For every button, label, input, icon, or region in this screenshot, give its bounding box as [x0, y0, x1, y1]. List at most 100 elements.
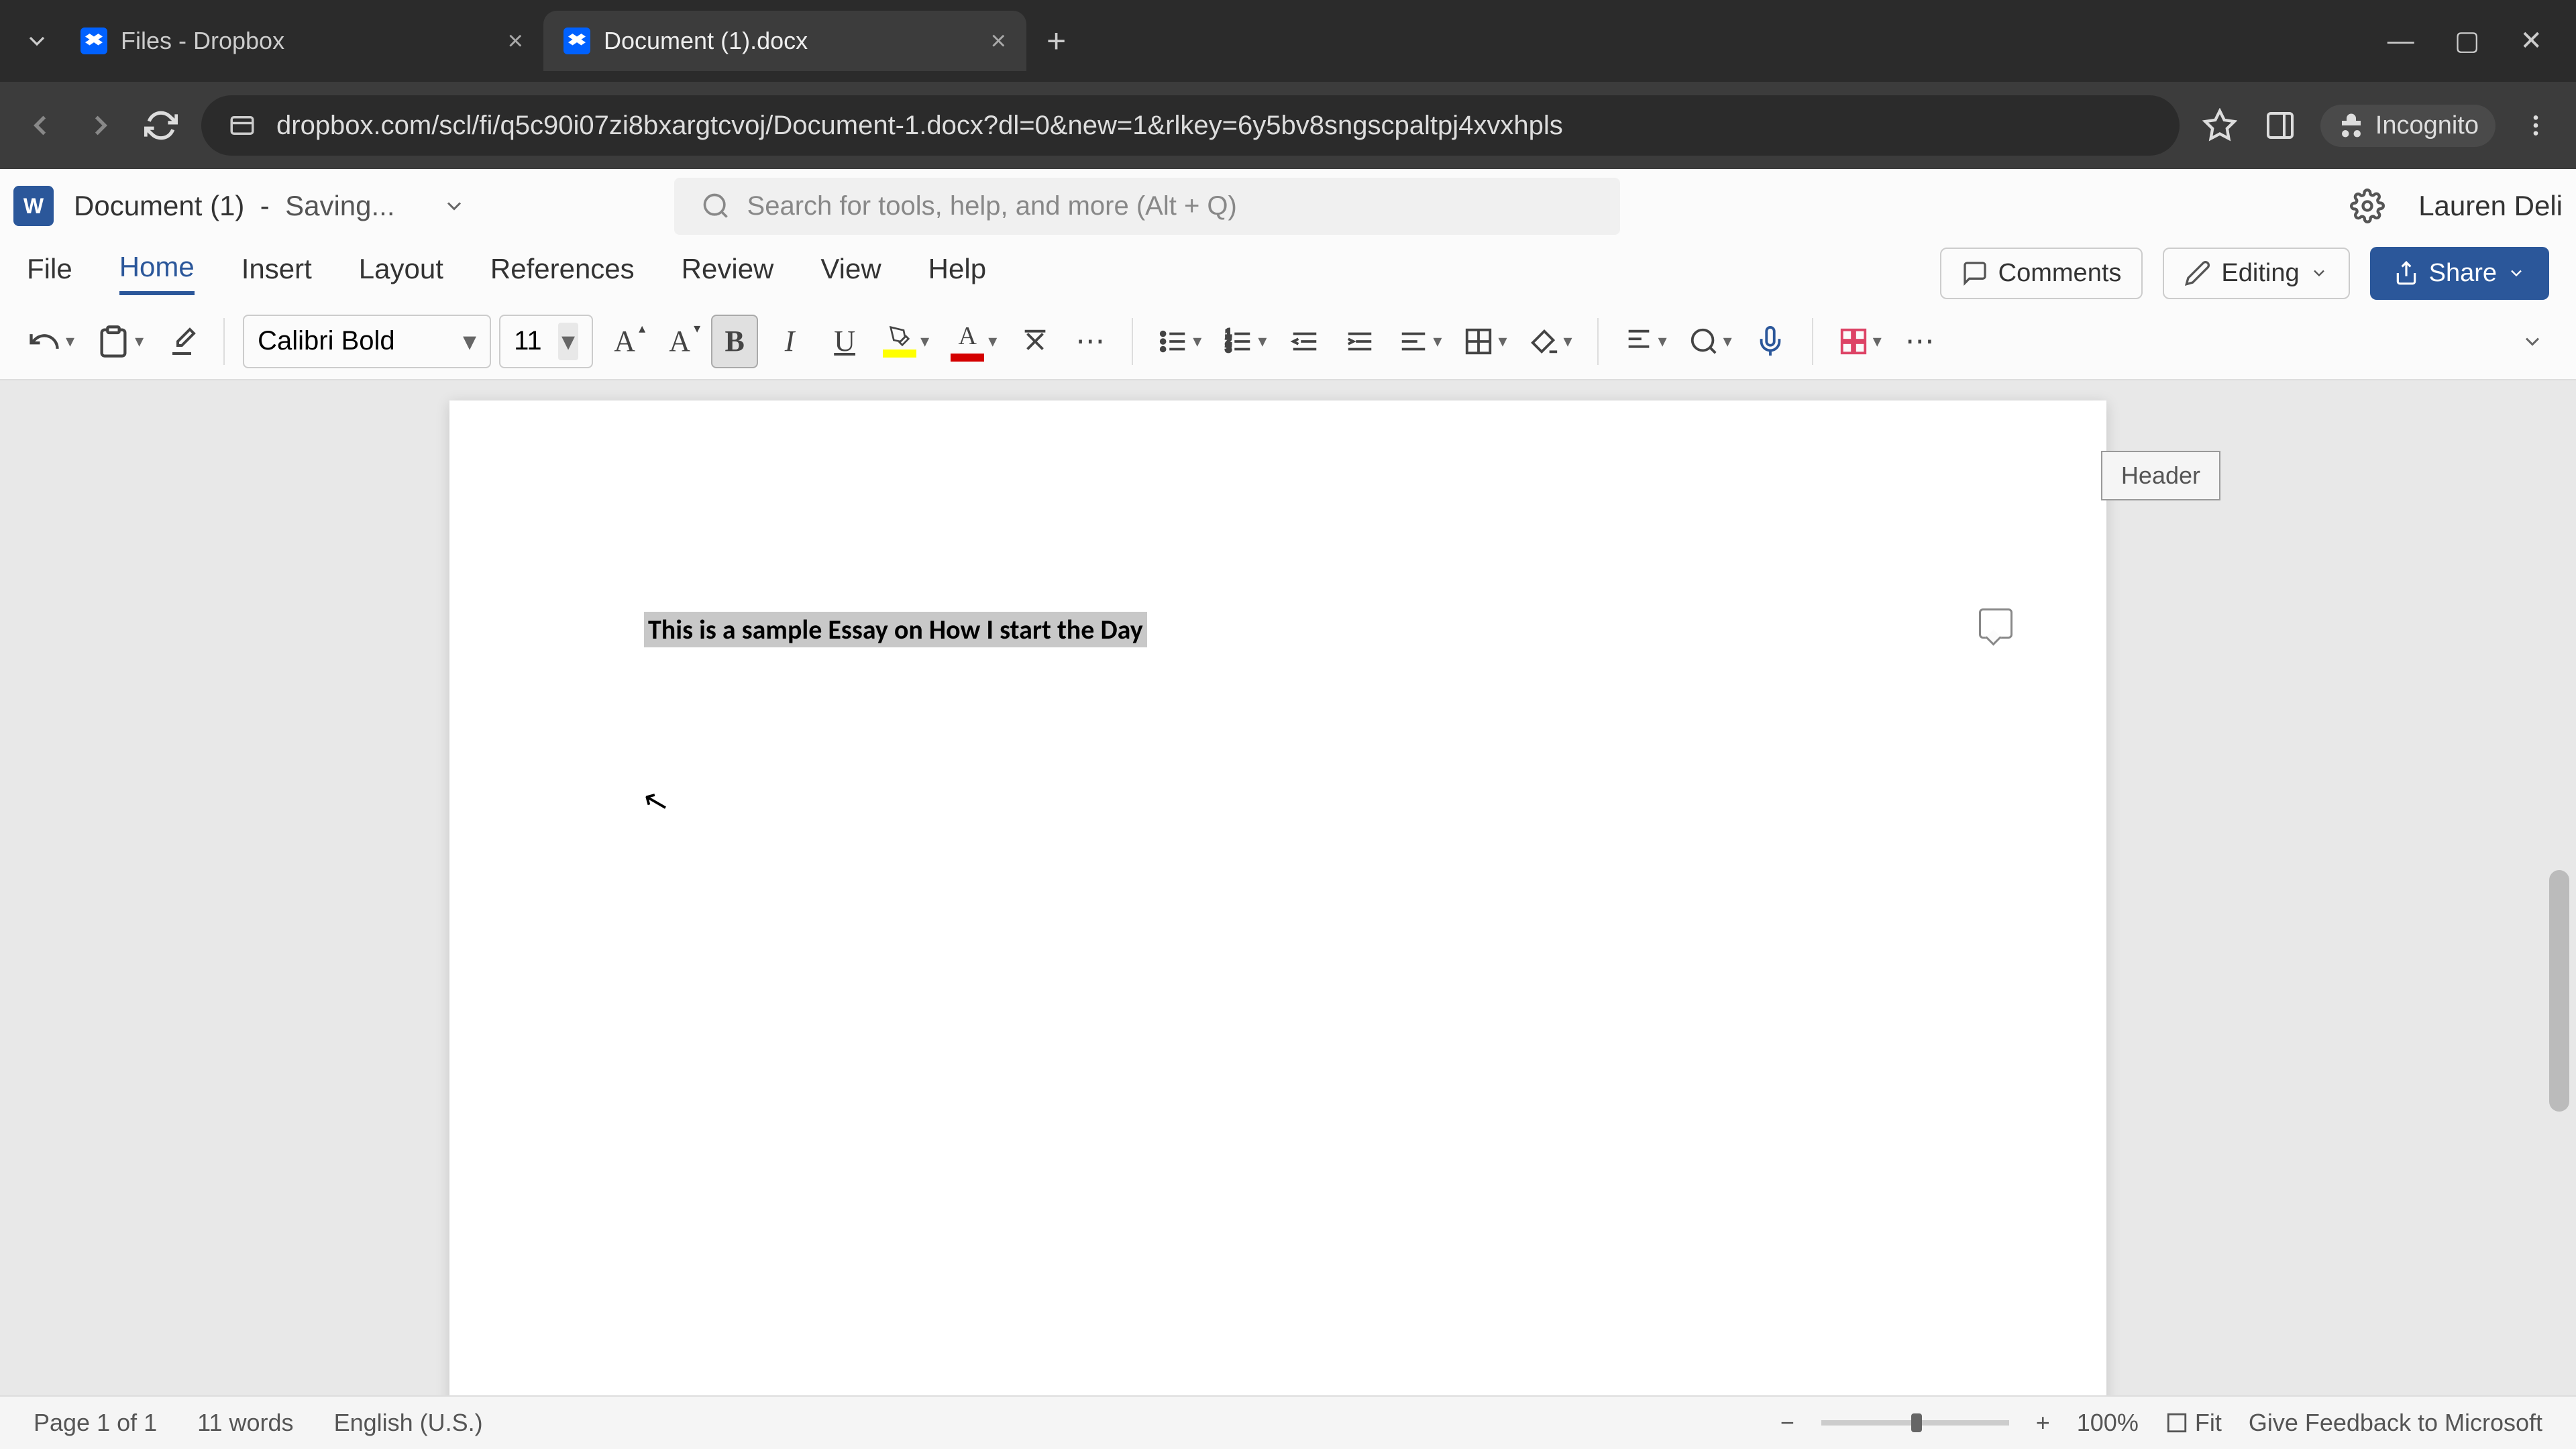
back-button[interactable] — [20, 105, 60, 146]
font-family-select[interactable]: Calibri Bold ▾ — [243, 315, 491, 368]
share-button[interactable]: Share — [2370, 247, 2549, 300]
document-body-text[interactable]: This is a sample Essay on How I start th… — [644, 612, 1147, 647]
feedback-link[interactable]: Give Feedback to Microsoft — [2249, 1409, 2542, 1437]
maximize-button[interactable]: ▢ — [2455, 25, 2480, 56]
tab-search-button[interactable] — [13, 17, 60, 64]
font-size-select[interactable]: 11 ▾ — [499, 315, 593, 368]
decrease-indent-button[interactable] — [1281, 315, 1328, 368]
separator — [1132, 318, 1133, 365]
window-controls: — ▢ ✕ — [2354, 0, 2576, 82]
italic-button[interactable]: I — [766, 315, 813, 368]
find-button[interactable]: ▾ — [1682, 315, 1739, 368]
separator — [1597, 318, 1599, 365]
tab-file[interactable]: File — [27, 253, 72, 293]
close-icon[interactable]: × — [508, 26, 523, 56]
page[interactable]: This is a sample Essay on How I start th… — [449, 400, 2106, 1395]
language-status[interactable]: English (U.S.) — [334, 1409, 483, 1437]
increase-font-size-button[interactable]: A▴ — [601, 315, 648, 368]
formatting-toolbar: ▾ ▾ Calibri Bold ▾ 11 ▾ A▴ A▾ B I U ▾ A … — [0, 303, 2576, 380]
more-commands-button[interactable]: ⋯ — [1896, 315, 1943, 368]
tab-help[interactable]: Help — [928, 253, 986, 293]
search-input[interactable]: Search for tools, help, and more (Alt + … — [674, 178, 1620, 235]
tab-review[interactable]: Review — [682, 253, 774, 293]
browser-tab-2[interactable]: Document (1).docx × — [543, 11, 1026, 71]
zoom-in-button[interactable]: + — [2036, 1409, 2050, 1437]
new-tab-button[interactable]: + — [1046, 21, 1066, 60]
dropbox-icon — [564, 28, 590, 54]
tab-home[interactable]: Home — [119, 251, 195, 295]
clear-formatting-button[interactable] — [1012, 315, 1059, 368]
fit-button[interactable]: Fit — [2165, 1409, 2222, 1437]
separator — [1812, 318, 1813, 365]
url-input[interactable]: dropbox.com/scl/fi/q5c90i07zi8bxargtcvoj… — [201, 95, 2180, 156]
forward-button[interactable] — [80, 105, 121, 146]
bullets-button[interactable]: ▾ — [1151, 315, 1208, 368]
svg-text:3: 3 — [1226, 343, 1232, 354]
status-bar: Page 1 of 1 11 words English (U.S.) − + … — [0, 1395, 2576, 1449]
close-window-button[interactable]: ✕ — [2520, 25, 2542, 56]
bold-button[interactable]: B — [711, 315, 758, 368]
site-info-icon[interactable] — [228, 111, 256, 140]
tab-view[interactable]: View — [820, 253, 881, 293]
numbering-button[interactable]: 123 ▾ — [1216, 315, 1273, 368]
browser-tab-strip: Files - Dropbox × Document (1).docx × + … — [0, 0, 2576, 82]
incognito-indicator[interactable]: Incognito — [2320, 105, 2496, 147]
separator — [223, 318, 225, 365]
tab-strip: Files - Dropbox × Document (1).docx × + — [0, 0, 2354, 82]
document-canvas[interactable]: This is a sample Essay on How I start th… — [0, 380, 2576, 1395]
zoom-slider[interactable] — [1821, 1420, 2009, 1426]
underline-button[interactable]: U — [821, 315, 868, 368]
format-painter-button[interactable] — [158, 315, 205, 368]
url-text: dropbox.com/scl/fi/q5c90i07zi8bxargtcvoj… — [276, 111, 1563, 141]
tab-title: Files - Dropbox — [121, 27, 284, 55]
header-label-badge[interactable]: Header — [2101, 451, 2220, 500]
settings-button[interactable] — [2350, 189, 2385, 223]
tab-layout[interactable]: Layout — [359, 253, 443, 293]
editing-mode-button[interactable]: Editing — [2163, 248, 2349, 299]
header-right: Lauren Deli — [2350, 189, 2563, 223]
zoom-level[interactable]: 100% — [2077, 1409, 2139, 1437]
tab-insert[interactable]: Insert — [241, 253, 312, 293]
designer-button[interactable]: ▾ — [1831, 315, 1888, 368]
increase-indent-button[interactable] — [1336, 315, 1383, 368]
tab-title: Document (1).docx — [604, 27, 808, 55]
address-bar: dropbox.com/scl/fi/q5c90i07zi8bxargtcvoj… — [0, 82, 2576, 169]
search-placeholder: Search for tools, help, and more (Alt + … — [747, 191, 1237, 221]
reload-button[interactable] — [141, 105, 181, 146]
comments-button[interactable]: Comments — [1940, 248, 2143, 299]
decrease-font-size-button[interactable]: A▾ — [656, 315, 703, 368]
incognito-label: Incognito — [2375, 111, 2479, 140]
word-count[interactable]: 11 words — [197, 1409, 293, 1437]
close-icon[interactable]: × — [991, 26, 1006, 56]
zoom-out-button[interactable]: − — [1780, 1409, 1794, 1437]
more-font-options-button[interactable]: ⋯ — [1067, 315, 1114, 368]
shading-button[interactable]: ▾ — [1522, 315, 1579, 368]
tab-references[interactable]: References — [490, 253, 635, 293]
bookmark-button[interactable] — [2200, 105, 2240, 146]
browser-tab-1[interactable]: Files - Dropbox × — [60, 11, 543, 71]
styles-button[interactable]: ▾ — [1617, 315, 1674, 368]
minimize-button[interactable]: — — [2387, 26, 2414, 56]
user-name[interactable]: Lauren Deli — [2418, 190, 2563, 222]
chevron-down-icon: ▾ — [558, 323, 578, 360]
document-title[interactable]: Document (1) - Saving... — [74, 190, 395, 222]
ribbon-collapse-button[interactable] — [2509, 315, 2556, 368]
browser-menu-button[interactable] — [2516, 105, 2556, 146]
highlight-color-button[interactable]: ▾ — [876, 315, 936, 368]
side-panel-button[interactable] — [2260, 105, 2300, 146]
align-button[interactable]: ▾ — [1391, 315, 1448, 368]
status-right: − + 100% Fit Give Feedback to Microsoft — [1780, 1409, 2542, 1437]
font-color-button[interactable]: A ▾ — [944, 315, 1004, 368]
dictate-button[interactable] — [1747, 315, 1794, 368]
borders-button[interactable]: ▾ — [1456, 315, 1513, 368]
save-status: Saving... — [285, 190, 394, 221]
word-app-icon[interactable]: W — [13, 186, 54, 226]
search-icon — [701, 191, 731, 221]
title-dropdown-icon[interactable] — [442, 194, 466, 218]
app-header: W Document (1) - Saving... Search for to… — [0, 169, 2576, 243]
paste-button[interactable]: ▾ — [89, 315, 150, 368]
page-count[interactable]: Page 1 of 1 — [34, 1409, 157, 1437]
comment-indicator-icon[interactable] — [1979, 608, 2012, 639]
vertical-scrollbar[interactable] — [2549, 870, 2569, 1112]
undo-button[interactable]: ▾ — [20, 315, 81, 368]
